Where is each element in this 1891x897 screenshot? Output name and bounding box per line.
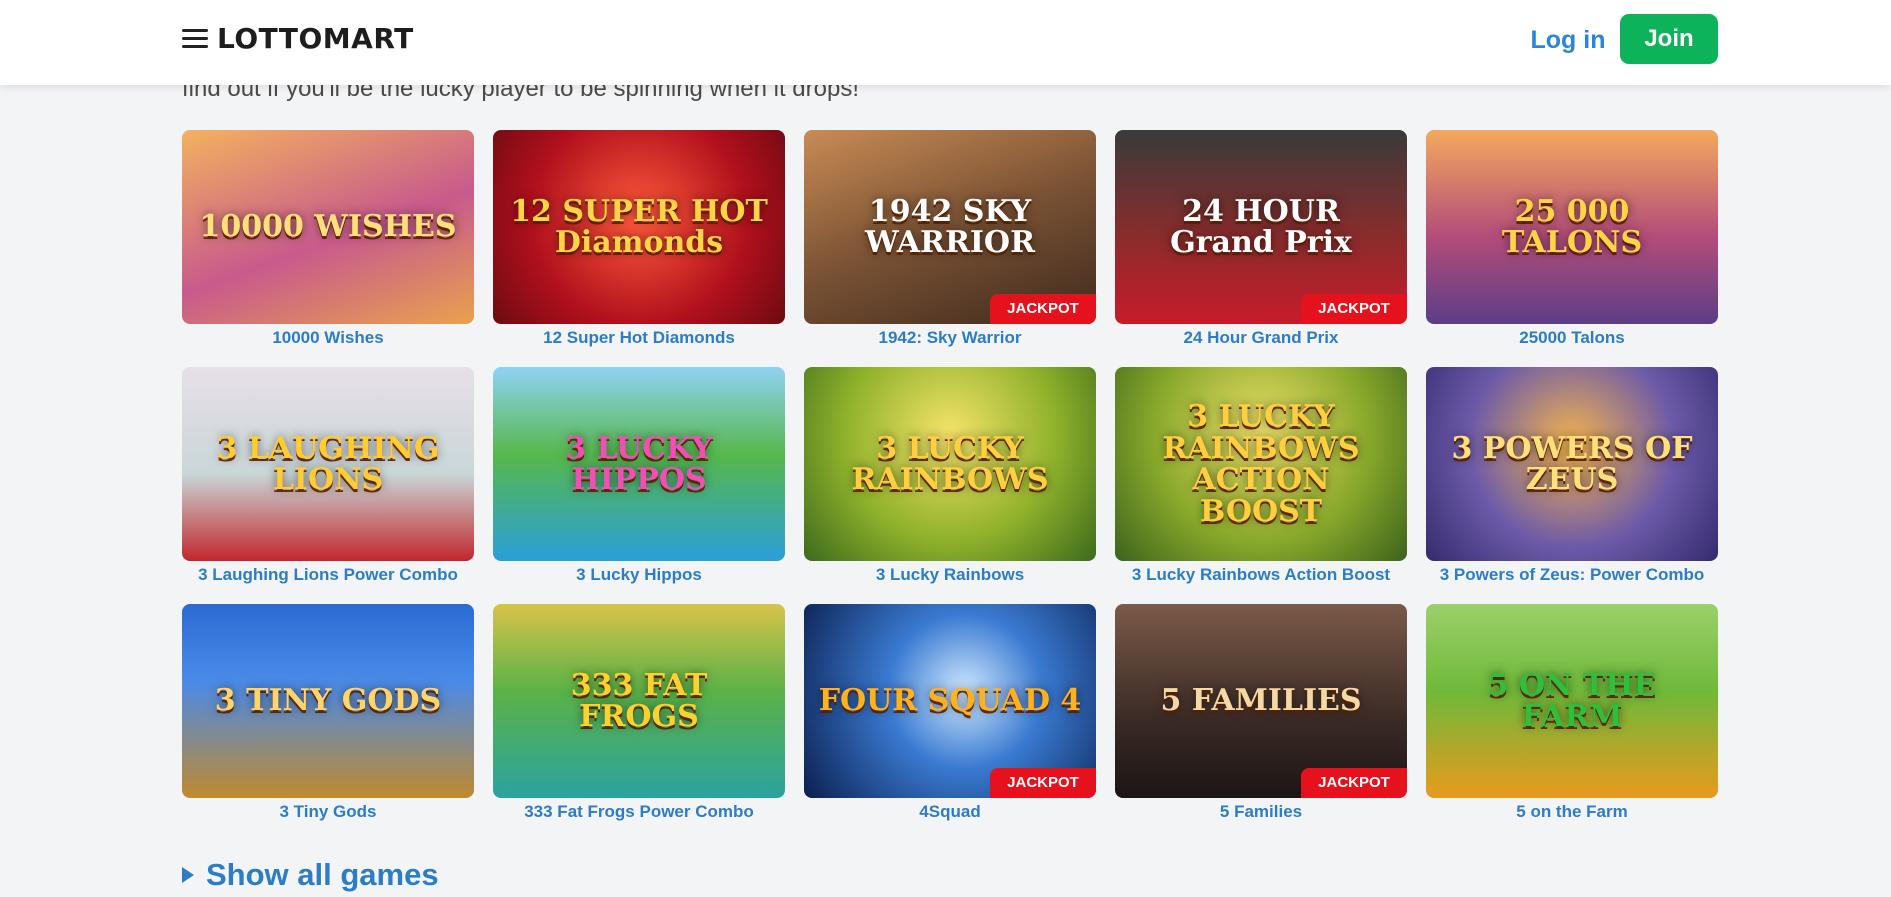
game-thumbnail[interactable]: 3 LUCKY RAINBOWS <box>804 367 1096 561</box>
game-tile[interactable]: 3 TINY GODS 3 Tiny Gods <box>182 604 474 822</box>
game-title-link[interactable]: 3 Lucky Rainbows <box>804 564 1096 586</box>
game-thumbnail[interactable]: 3 TINY GODS <box>182 604 474 798</box>
game-logo-art: 5 ON THE FARM <box>1487 667 1657 734</box>
game-tile[interactable]: 3 LAUGHING LIONS 3 Laughing Lions Power C… <box>182 367 474 585</box>
jackpot-badge: JACKPOT <box>990 294 1096 324</box>
game-title-link[interactable]: 12 Super Hot Diamonds <box>493 327 785 349</box>
game-thumbnail[interactable]: 333 FAT FROGS <box>493 604 785 798</box>
game-logo-art: 3 LUCKY RAINBOWS ACTION BOOST <box>1162 399 1360 529</box>
game-thumbnail[interactable]: 5 ON THE FARM <box>1426 604 1718 798</box>
site-header: LOTTOMART Log in Join <box>0 0 1891 85</box>
game-tile[interactable]: 3 POWERS OF ZEUS 3 Powers of Zeus: Power … <box>1426 367 1718 585</box>
game-tile[interactable]: 1942 SKY WARRIOR JACKPOT 1942: Sky Warrior <box>804 130 1096 348</box>
game-title-link[interactable]: 3 Laughing Lions Power Combo <box>182 564 474 586</box>
game-tile[interactable]: FOUR SQUAD 4 JACKPOT 4Squad <box>804 604 1096 822</box>
game-tile[interactable]: 5 ON THE FARM 5 on the Farm <box>1426 604 1718 822</box>
join-button[interactable]: Join <box>1620 14 1718 64</box>
game-logo-art: 25 000 TALONS <box>1501 193 1643 260</box>
game-thumbnail[interactable]: 12 SUPER HOT Diamonds <box>493 130 785 324</box>
game-thumbnail[interactable]: 3 LAUGHING LIONS <box>182 367 474 561</box>
game-title-link[interactable]: 5 on the Farm <box>1426 801 1718 823</box>
show-all-games-label: Show all games <box>206 857 439 892</box>
game-tile[interactable]: 3 LUCKY RAINBOWS ACTION BOOST 3 Lucky Rai… <box>1115 367 1407 585</box>
jackpot-badge: JACKPOT <box>1301 768 1407 798</box>
game-tile[interactable]: 25 000 TALONS 25000 Talons <box>1426 130 1718 348</box>
game-title-link[interactable]: 25000 Talons <box>1426 327 1718 349</box>
hamburger-icon[interactable] <box>182 28 208 50</box>
login-link[interactable]: Log in <box>1518 20 1618 60</box>
game-title-link[interactable]: 3 Powers of Zeus: Power Combo <box>1426 564 1718 586</box>
game-logo-art: 12 SUPER HOT Diamonds <box>510 193 768 260</box>
game-thumbnail[interactable]: 25 000 TALONS <box>1426 130 1718 324</box>
game-logo-art: 3 LAUGHING LIONS <box>216 430 440 497</box>
game-title-link[interactable]: 3 Tiny Gods <box>182 801 474 823</box>
game-title-link[interactable]: 10000 Wishes <box>182 327 474 349</box>
lottomart-logo[interactable]: LOTTOMART <box>217 22 414 56</box>
game-thumbnail[interactable]: 5 FAMILIES JACKPOT <box>1115 604 1407 798</box>
game-title-link[interactable]: 1942: Sky Warrior <box>804 327 1096 349</box>
game-title-link[interactable]: 5 Families <box>1115 801 1407 823</box>
game-logo-art: 3 LUCKY HIPPOS <box>565 430 713 497</box>
game-tile[interactable]: 12 SUPER HOT Diamonds 12 Super Hot Diamon… <box>493 130 785 348</box>
game-tile[interactable]: 5 FAMILIES JACKPOT 5 Families <box>1115 604 1407 822</box>
game-tile[interactable]: 333 FAT FROGS 333 Fat Frogs Power Combo <box>493 604 785 822</box>
game-thumbnail[interactable]: 3 LUCKY RAINBOWS ACTION BOOST <box>1115 367 1407 561</box>
game-title-link[interactable]: 333 Fat Frogs Power Combo <box>493 801 785 823</box>
jackpot-badge: JACKPOT <box>1301 294 1407 324</box>
game-logo-art: 3 TINY GODS <box>214 683 442 719</box>
triangle-right-icon <box>182 867 194 883</box>
game-thumbnail[interactable]: 24 HOUR Grand Prix JACKPOT <box>1115 130 1407 324</box>
game-thumbnail[interactable]: 3 LUCKY HIPPOS <box>493 367 785 561</box>
game-thumbnail[interactable]: 10000 WISHES <box>182 130 474 324</box>
game-tile[interactable]: 3 LUCKY RAINBOWS 3 Lucky Rainbows <box>804 367 1096 585</box>
jackpot-badge: JACKPOT <box>990 768 1096 798</box>
game-logo-art: 3 POWERS OF ZEUS <box>1451 430 1693 497</box>
game-logo-art: 333 FAT FROGS <box>570 667 708 734</box>
game-logo-art: 10000 WISHES <box>199 209 457 245</box>
game-tile[interactable]: 10000 WISHES 10000 Wishes <box>182 130 474 348</box>
game-thumbnail[interactable]: 1942 SKY WARRIOR JACKPOT <box>804 130 1096 324</box>
game-title-link[interactable]: 3 Lucky Hippos <box>493 564 785 586</box>
game-title-link[interactable]: 24 Hour Grand Prix <box>1115 327 1407 349</box>
show-all-games-button[interactable]: Show all games <box>182 855 439 895</box>
game-logo-art: 3 LUCKY RAINBOWS <box>851 430 1049 497</box>
game-thumbnail[interactable]: FOUR SQUAD 4 JACKPOT <box>804 604 1096 798</box>
game-title-link[interactable]: 4Squad <box>804 801 1096 823</box>
game-thumbnail[interactable]: 3 POWERS OF ZEUS <box>1426 367 1718 561</box>
game-tile[interactable]: 3 LUCKY HIPPOS 3 Lucky Hippos <box>493 367 785 585</box>
game-title-link[interactable]: 3 Lucky Rainbows Action Boost <box>1115 564 1407 586</box>
game-tile[interactable]: 24 HOUR Grand Prix JACKPOT 24 Hour Grand P… <box>1115 130 1407 348</box>
